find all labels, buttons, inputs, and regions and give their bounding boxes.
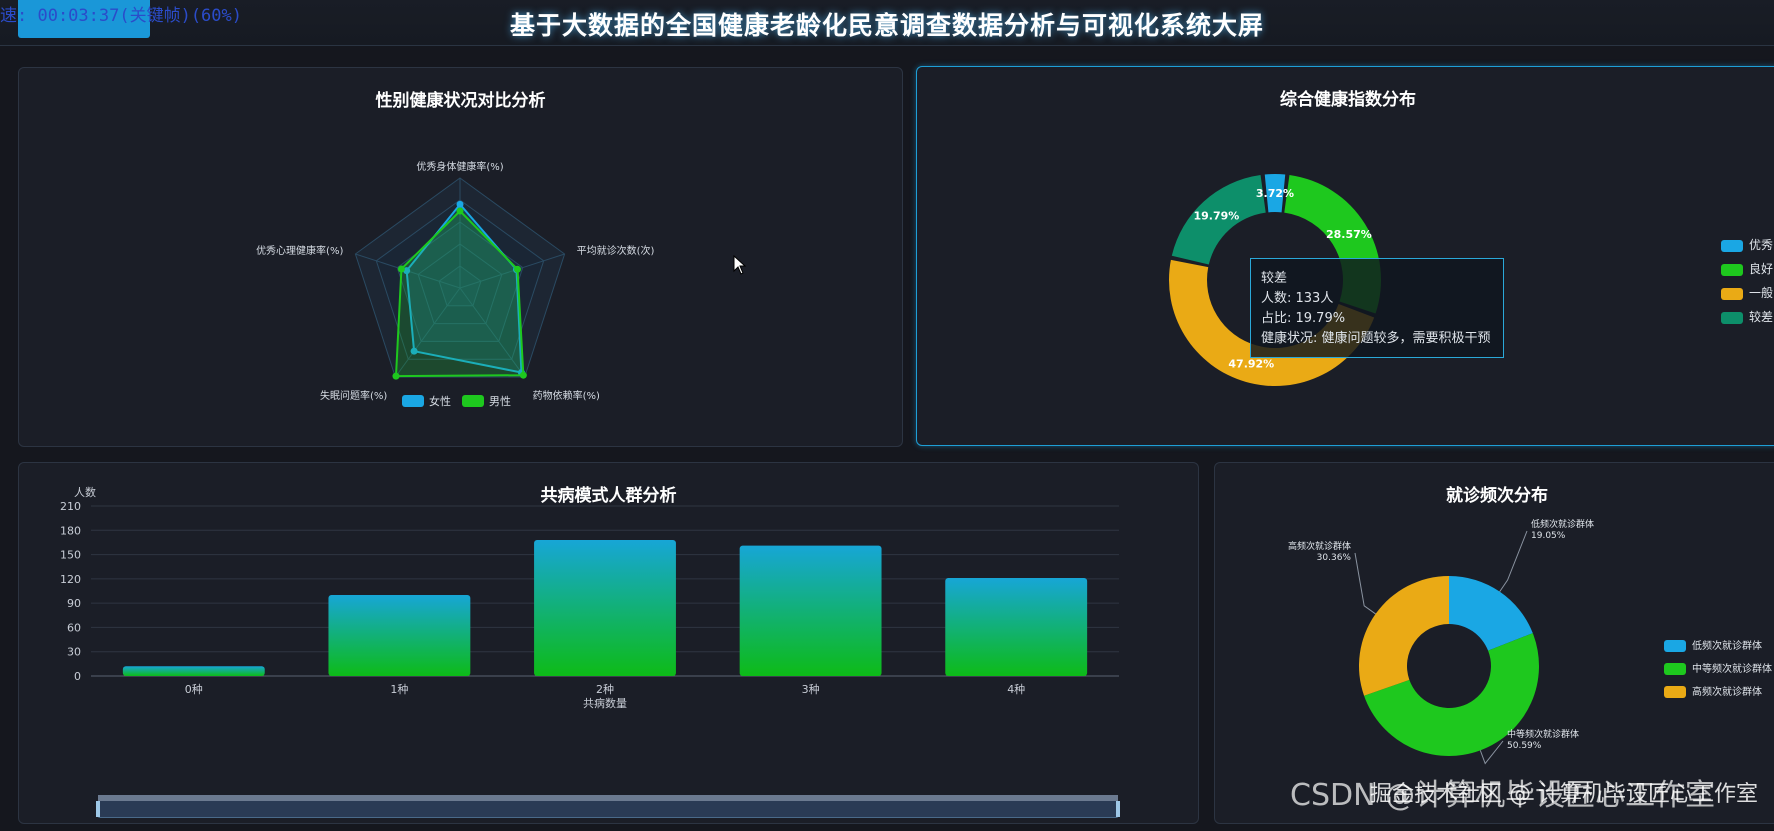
donut-slice-label: 28.57% — [1326, 228, 1372, 241]
datazoom-slider[interactable] — [96, 795, 1120, 818]
watermark-juejin: 掘金技术社区 @ 计算机毕设匠心工作室 — [1370, 782, 1758, 807]
visit-slice-name-label: 高频次就诊群体 — [1288, 540, 1351, 552]
radar-legend-label: 男性 — [489, 394, 511, 408]
bar-0种 — [122, 666, 265, 676]
legend-swatch — [1721, 263, 1743, 276]
visit-slice-name-label: 中等频次就诊群体 — [1507, 728, 1579, 740]
legend-label: 良好 — [1749, 262, 1774, 276]
bar-xtick-label: 0种 — [185, 682, 203, 696]
datazoom-top-bar — [98, 795, 1118, 801]
visit-leader-line — [1354, 552, 1376, 615]
legend-swatch — [1721, 311, 1743, 324]
bar-xtick-label: 1种 — [390, 682, 408, 696]
legend-item-good[interactable]: 良好 — [1721, 260, 1773, 277]
bar-ytick-label: 30 — [67, 646, 81, 659]
tooltip-count: 人数: 133人 — [1261, 291, 1334, 306]
legend-item-mid-freq[interactable]: 中等频次就诊群体 — [1664, 660, 1772, 675]
radar-point — [397, 265, 405, 273]
bar-4种 — [945, 578, 1088, 676]
bar-ytick-label: 150 — [60, 549, 81, 562]
tooltip-status: 健康状况: 健康问题较多，需要积极干预 — [1261, 331, 1491, 346]
legend-item-low-freq[interactable]: 低频次就诊群体 — [1664, 637, 1762, 652]
visit-slice-高频次就诊群体 — [1359, 576, 1449, 696]
visit-slice-name-label: 低频次就诊群体 — [1531, 518, 1594, 530]
bar-ylabel: 人数 — [74, 486, 96, 499]
donut-slice-label: 3.72% — [1256, 187, 1294, 200]
header-bar: 速: 00:03:37(关键帧)(60%) 基于大数据的全国健康老龄化民意调查数… — [0, 0, 1774, 46]
radar-indicator-label: 优秀身体健康率(%) — [416, 160, 503, 173]
radar-panel: 性别健康状况对比分析 优秀身体健康率(%) 平均就诊次数(次) 药物依赖率(%) 失眠… — [18, 67, 903, 447]
bar-xtick-label: 4种 — [1007, 682, 1025, 696]
visit-slice-pct-label: 30.36% — [1317, 553, 1352, 563]
radar-point — [456, 207, 464, 215]
legend-swatch — [1721, 239, 1743, 252]
bar-1种 — [328, 595, 471, 676]
bar-ytick-label: 0 — [74, 670, 81, 683]
bar-xlabel: 共病数量 — [583, 696, 627, 710]
bar-ytick-label: 210 — [60, 500, 81, 513]
tooltip-title: 较差 — [1261, 271, 1288, 286]
legend-label: 较差 — [1749, 310, 1774, 324]
legend-swatch — [1664, 640, 1686, 652]
radar-indicator-label: 药物依赖率(%) — [533, 389, 600, 402]
legend-item-average[interactable]: 一般 — [1721, 284, 1773, 301]
tooltip-ratio: 占比: 19.79% — [1261, 311, 1346, 326]
legend-item-high-freq[interactable]: 高频次就诊群体 — [1664, 683, 1762, 698]
legend-swatch — [1664, 663, 1686, 675]
health-index-panel: 综合健康指数分布 3.72% 28.57% 47.92% 19.79% — [916, 66, 1774, 446]
bar-xtick-label: 2种 — [596, 682, 614, 696]
health-index-chart: 3.72% 28.57% 47.92% 19.79% — [1169, 174, 1381, 386]
radar-point — [514, 265, 522, 273]
legend-item-poor[interactable]: 较差 — [1721, 308, 1773, 325]
bar-3种 — [739, 545, 882, 676]
radar-indicator-label: 优秀心理健康率(%) — [256, 244, 343, 257]
radar-legend-swatch — [402, 395, 424, 407]
legend-label: 一般 — [1749, 286, 1774, 300]
visit-slice-pct-label: 50.59% — [1507, 741, 1542, 751]
radar-point — [392, 372, 400, 380]
mouse-cursor-icon — [733, 255, 747, 275]
health-index-tooltip: 较差 人数: 133人 占比: 19.79% 健康状况: 健康问题较多，需要积极… — [1250, 258, 1504, 358]
datazoom-handle-left[interactable] — [96, 801, 100, 817]
datazoom-handle-right[interactable] — [1116, 801, 1120, 817]
page-title: 基于大数据的全国健康老龄化民意调查数据分析与可视化系统大屏 — [509, 11, 1264, 40]
legend-label: 中等频次就诊群体 — [1692, 664, 1772, 675]
legend-item-excellent[interactable]: 优秀 — [1721, 236, 1773, 253]
bar-ytick-label: 60 — [67, 621, 81, 634]
radar-indicator-label: 平均就诊次数(次) — [577, 244, 655, 257]
legend-label: 低频次就诊群体 — [1692, 641, 1762, 652]
radar-point — [519, 371, 527, 379]
legend-label: 优秀 — [1749, 238, 1774, 252]
radar-legend-swatch — [462, 395, 484, 407]
bar-2种 — [534, 540, 676, 676]
bar-ytick-label: 90 — [67, 597, 81, 610]
donut-slice-label: 19.79% — [1194, 210, 1240, 223]
bar-xtick-label: 3种 — [802, 682, 820, 696]
radar-indicator-label: 失眠问题率(%) — [320, 389, 387, 402]
comorbidity-bar-chart: 0 30 60 90 120 150 180 210人数 0种 1种 2种 3种 4种共病数量 — [60, 486, 1119, 710]
legend-label: 高频次就诊群体 — [1692, 687, 1762, 698]
radar-point — [456, 200, 464, 208]
donut-slice-label: 47.92% — [1228, 358, 1274, 371]
radar-legend-label: 女性 — [429, 394, 451, 408]
radar-chart: 优秀身体健康率(%) 平均就诊次数(次) 药物依赖率(%) 失眠问题率(%) 优秀心理健… — [256, 160, 655, 408]
visit-slice-pct-label: 19.05% — [1531, 531, 1566, 541]
visit-leader-line — [1499, 530, 1528, 592]
comorbidity-panel: 共病模式人群分析 0 30 60 90 120 150 180 210 人数 0种 1种 2种 3种 4种… — [18, 462, 1199, 824]
bar-ytick-label: 180 — [60, 524, 81, 537]
legend-swatch — [1664, 686, 1686, 698]
bar-ytick-label: 120 — [60, 573, 81, 586]
legend-swatch — [1721, 287, 1743, 300]
